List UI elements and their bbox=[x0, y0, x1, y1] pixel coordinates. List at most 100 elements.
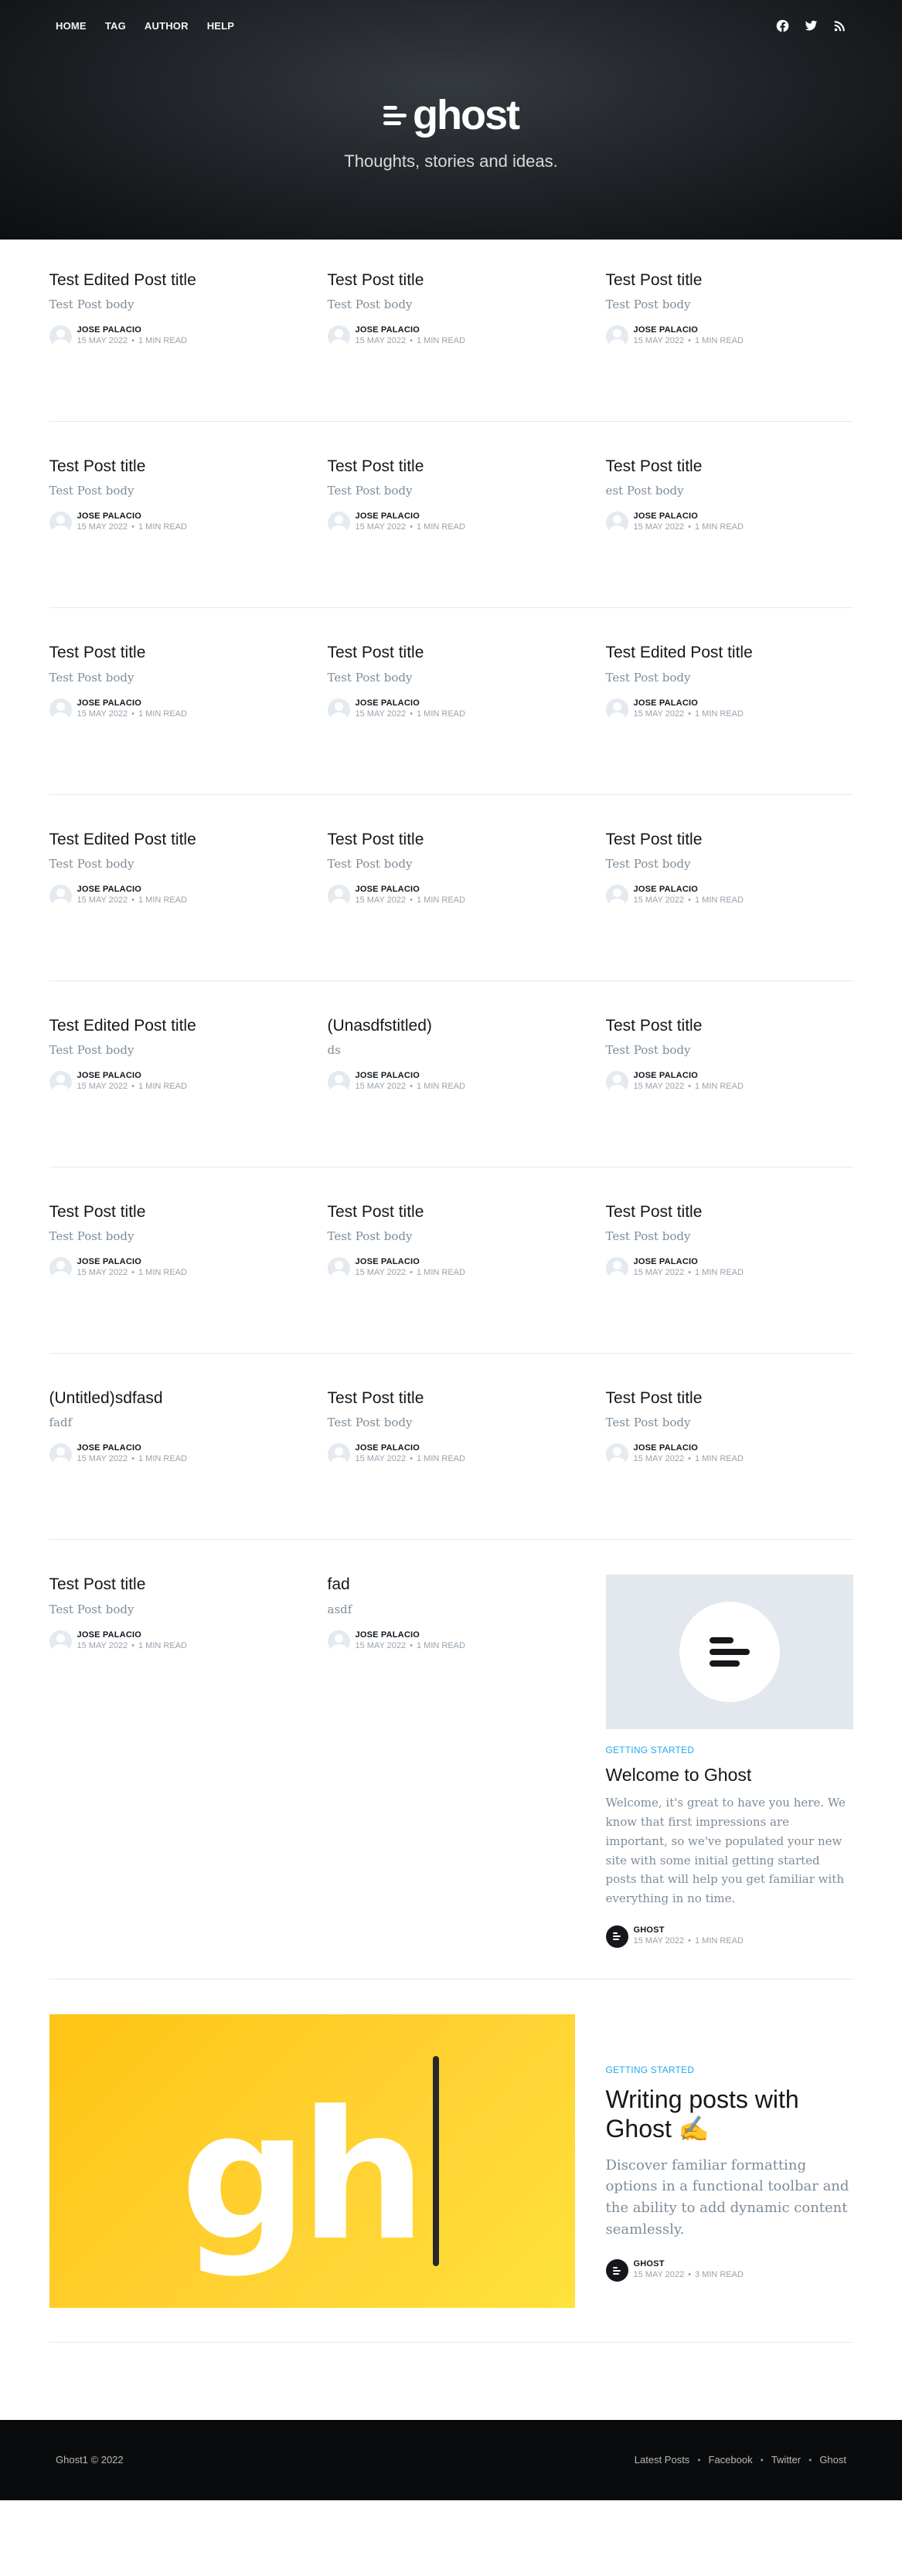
post-card[interactable]: Test Edited Post title Test Post body JOSE… bbox=[49, 270, 297, 348]
avatar[interactable] bbox=[605, 325, 628, 348]
author-name[interactable]: JOSE PALACIO bbox=[77, 1071, 187, 1080]
post-card[interactable]: Test Post title Test Post body JOSE PALACI… bbox=[605, 270, 853, 348]
post-title[interactable]: Test Edited Post title bbox=[606, 643, 853, 662]
author-name[interactable]: JOSE PALACIO bbox=[356, 885, 465, 894]
avatar[interactable] bbox=[605, 1070, 628, 1093]
avatar[interactable] bbox=[327, 1630, 350, 1653]
post-card[interactable]: Test Post title est Post body JOSE PALACIO… bbox=[605, 457, 853, 535]
post-card[interactable]: Test Post title Test Post body JOSE PALACI… bbox=[327, 270, 575, 348]
post-title[interactable]: (Unasdfstitled) bbox=[328, 1016, 575, 1035]
post-title[interactable]: Welcome to Ghost bbox=[606, 1765, 853, 1786]
author-name[interactable]: JOSE PALACIO bbox=[356, 511, 465, 521]
nav-tag-link[interactable]: TAG bbox=[105, 20, 126, 32]
author-name[interactable]: JOSE PALACIO bbox=[634, 325, 744, 335]
author-name[interactable]: GHOST bbox=[634, 2259, 744, 2268]
avatar[interactable] bbox=[327, 511, 350, 535]
avatar[interactable] bbox=[49, 698, 72, 721]
author-name[interactable]: JOSE PALACIO bbox=[356, 1071, 465, 1080]
post-title[interactable]: Writing posts with Ghost ✍️ bbox=[606, 2085, 853, 2144]
post-card[interactable]: Test Post title Test Post body JOSE PALACI… bbox=[327, 1202, 575, 1280]
post-card[interactable]: Test Post title Test Post body JOSE PALACI… bbox=[327, 457, 575, 535]
author-name[interactable]: JOSE PALACIO bbox=[77, 885, 187, 894]
avatar[interactable] bbox=[605, 884, 628, 907]
post-title[interactable]: Test Post title bbox=[606, 1016, 853, 1035]
post-title[interactable]: Test Post title bbox=[328, 830, 575, 849]
avatar[interactable] bbox=[327, 884, 350, 907]
post-card[interactable]: (Unasdfstitled) ds JOSE PALACIO 15 MAY 2022… bbox=[327, 1016, 575, 1093]
author-name[interactable]: GHOST bbox=[634, 1925, 744, 1935]
avatar[interactable] bbox=[327, 698, 350, 721]
post-title[interactable]: Test Post title bbox=[49, 1202, 297, 1222]
post-card[interactable]: Test Post title Test Post body JOSE PALACI… bbox=[605, 830, 853, 907]
avatar[interactable] bbox=[49, 884, 72, 907]
author-name[interactable]: JOSE PALACIO bbox=[356, 698, 465, 708]
nav-help-link[interactable]: HELP bbox=[207, 20, 234, 32]
post-image[interactable]: gh bbox=[49, 2014, 575, 2308]
author-name[interactable]: JOSE PALACIO bbox=[634, 511, 744, 521]
avatar[interactable] bbox=[327, 1070, 350, 1093]
post-title[interactable]: Test Post title bbox=[606, 830, 853, 849]
footer-link-latest-posts[interactable]: Latest Posts bbox=[635, 2454, 690, 2466]
author-name[interactable]: JOSE PALACIO bbox=[634, 885, 744, 894]
avatar[interactable] bbox=[49, 325, 72, 348]
footer-link-ghost[interactable]: Ghost bbox=[819, 2454, 846, 2466]
post-title[interactable]: Test Post title bbox=[606, 1202, 853, 1222]
avatar[interactable] bbox=[49, 1443, 72, 1466]
post-title[interactable]: Test Post title bbox=[328, 643, 575, 662]
author-name[interactable]: JOSE PALACIO bbox=[634, 1257, 744, 1266]
avatar[interactable] bbox=[605, 1443, 628, 1466]
author-name[interactable]: JOSE PALACIO bbox=[356, 1443, 465, 1453]
post-card[interactable]: (Untitled)sdfasd fadf JOSE PALACIO 15 MAY 2… bbox=[49, 1388, 297, 1466]
post-card[interactable]: Test Post title Test Post body JOSE PALACI… bbox=[327, 1388, 575, 1466]
post-card[interactable]: Test Post title Test Post body JOSE PALACI… bbox=[49, 457, 297, 535]
post-title[interactable]: Test Edited Post title bbox=[49, 1016, 297, 1035]
post-title[interactable]: Test Post title bbox=[49, 457, 297, 476]
avatar[interactable] bbox=[605, 2259, 628, 2282]
avatar[interactable] bbox=[327, 325, 350, 348]
post-card[interactable]: Test Post title Test Post body JOSE PALACI… bbox=[327, 643, 575, 721]
author-name[interactable]: JOSE PALACIO bbox=[356, 1630, 465, 1640]
author-name[interactable]: JOSE PALACIO bbox=[77, 511, 187, 521]
avatar[interactable] bbox=[327, 1443, 350, 1466]
post-title[interactable]: Test Post title bbox=[328, 270, 575, 290]
post-title[interactable]: Test Post title bbox=[606, 270, 853, 290]
avatar[interactable] bbox=[605, 1925, 628, 1948]
post-card[interactable]: Test Post title Test Post body JOSE PALACI… bbox=[605, 1202, 853, 1280]
post-title[interactable]: Test Edited Post title bbox=[49, 830, 297, 849]
twitter-icon[interactable] bbox=[805, 19, 818, 32]
post-title[interactable]: Test Edited Post title bbox=[49, 270, 297, 290]
nav-author-link[interactable]: AUTHOR bbox=[145, 20, 189, 32]
post-title[interactable]: Test Post title bbox=[606, 457, 853, 476]
post-card[interactable]: Test Post title Test Post body JOSE PALA… bbox=[49, 1575, 297, 1948]
post-title[interactable]: Test Post title bbox=[606, 1388, 853, 1408]
author-name[interactable]: JOSE PALACIO bbox=[634, 698, 744, 708]
post-card[interactable]: Test Edited Post title Test Post body JOSE… bbox=[49, 830, 297, 907]
post-card[interactable]: Test Edited Post title Test Post body JOSE… bbox=[605, 643, 853, 721]
post-title[interactable]: Test Post title bbox=[328, 457, 575, 476]
post-tag[interactable]: GETTING STARTED bbox=[606, 2065, 853, 2075]
post-card[interactable]: Test Edited Post title Test Post body JOSE… bbox=[49, 1016, 297, 1093]
author-name[interactable]: JOSE PALACIO bbox=[634, 1071, 744, 1080]
post-title[interactable]: fad bbox=[328, 1575, 575, 1594]
post-title[interactable]: (Untitled)sdfasd bbox=[49, 1388, 297, 1408]
avatar[interactable] bbox=[49, 1630, 72, 1653]
author-name[interactable]: JOSE PALACIO bbox=[356, 325, 465, 335]
author-name[interactable]: JOSE PALACIO bbox=[77, 698, 187, 708]
site-logo[interactable]: ghost bbox=[0, 94, 902, 136]
avatar[interactable] bbox=[327, 1257, 350, 1280]
author-name[interactable]: JOSE PALACIO bbox=[77, 325, 187, 335]
post-card[interactable]: fad asdf JOSE PALACIO 15 MAY 2022 • 1 MIN … bbox=[327, 1575, 575, 1948]
footer-link-twitter[interactable]: Twitter bbox=[771, 2454, 801, 2466]
avatar[interactable] bbox=[605, 1257, 628, 1280]
post-tag[interactable]: GETTING STARTED bbox=[606, 1745, 853, 1755]
welcome-post-card[interactable]: GETTING STARTED Welcome to Ghost Welcome… bbox=[605, 1575, 853, 1948]
post-title[interactable]: Test Post title bbox=[49, 643, 297, 662]
avatar[interactable] bbox=[605, 698, 628, 721]
rss-icon[interactable] bbox=[833, 19, 846, 32]
footer-link-facebook[interactable]: Facebook bbox=[709, 2454, 753, 2466]
post-title[interactable]: Test Post title bbox=[328, 1388, 575, 1408]
author-name[interactable]: JOSE PALACIO bbox=[77, 1443, 187, 1453]
author-name[interactable]: JOSE PALACIO bbox=[77, 1630, 187, 1640]
author-name[interactable]: JOSE PALACIO bbox=[77, 1257, 187, 1266]
facebook-icon[interactable] bbox=[776, 19, 789, 32]
